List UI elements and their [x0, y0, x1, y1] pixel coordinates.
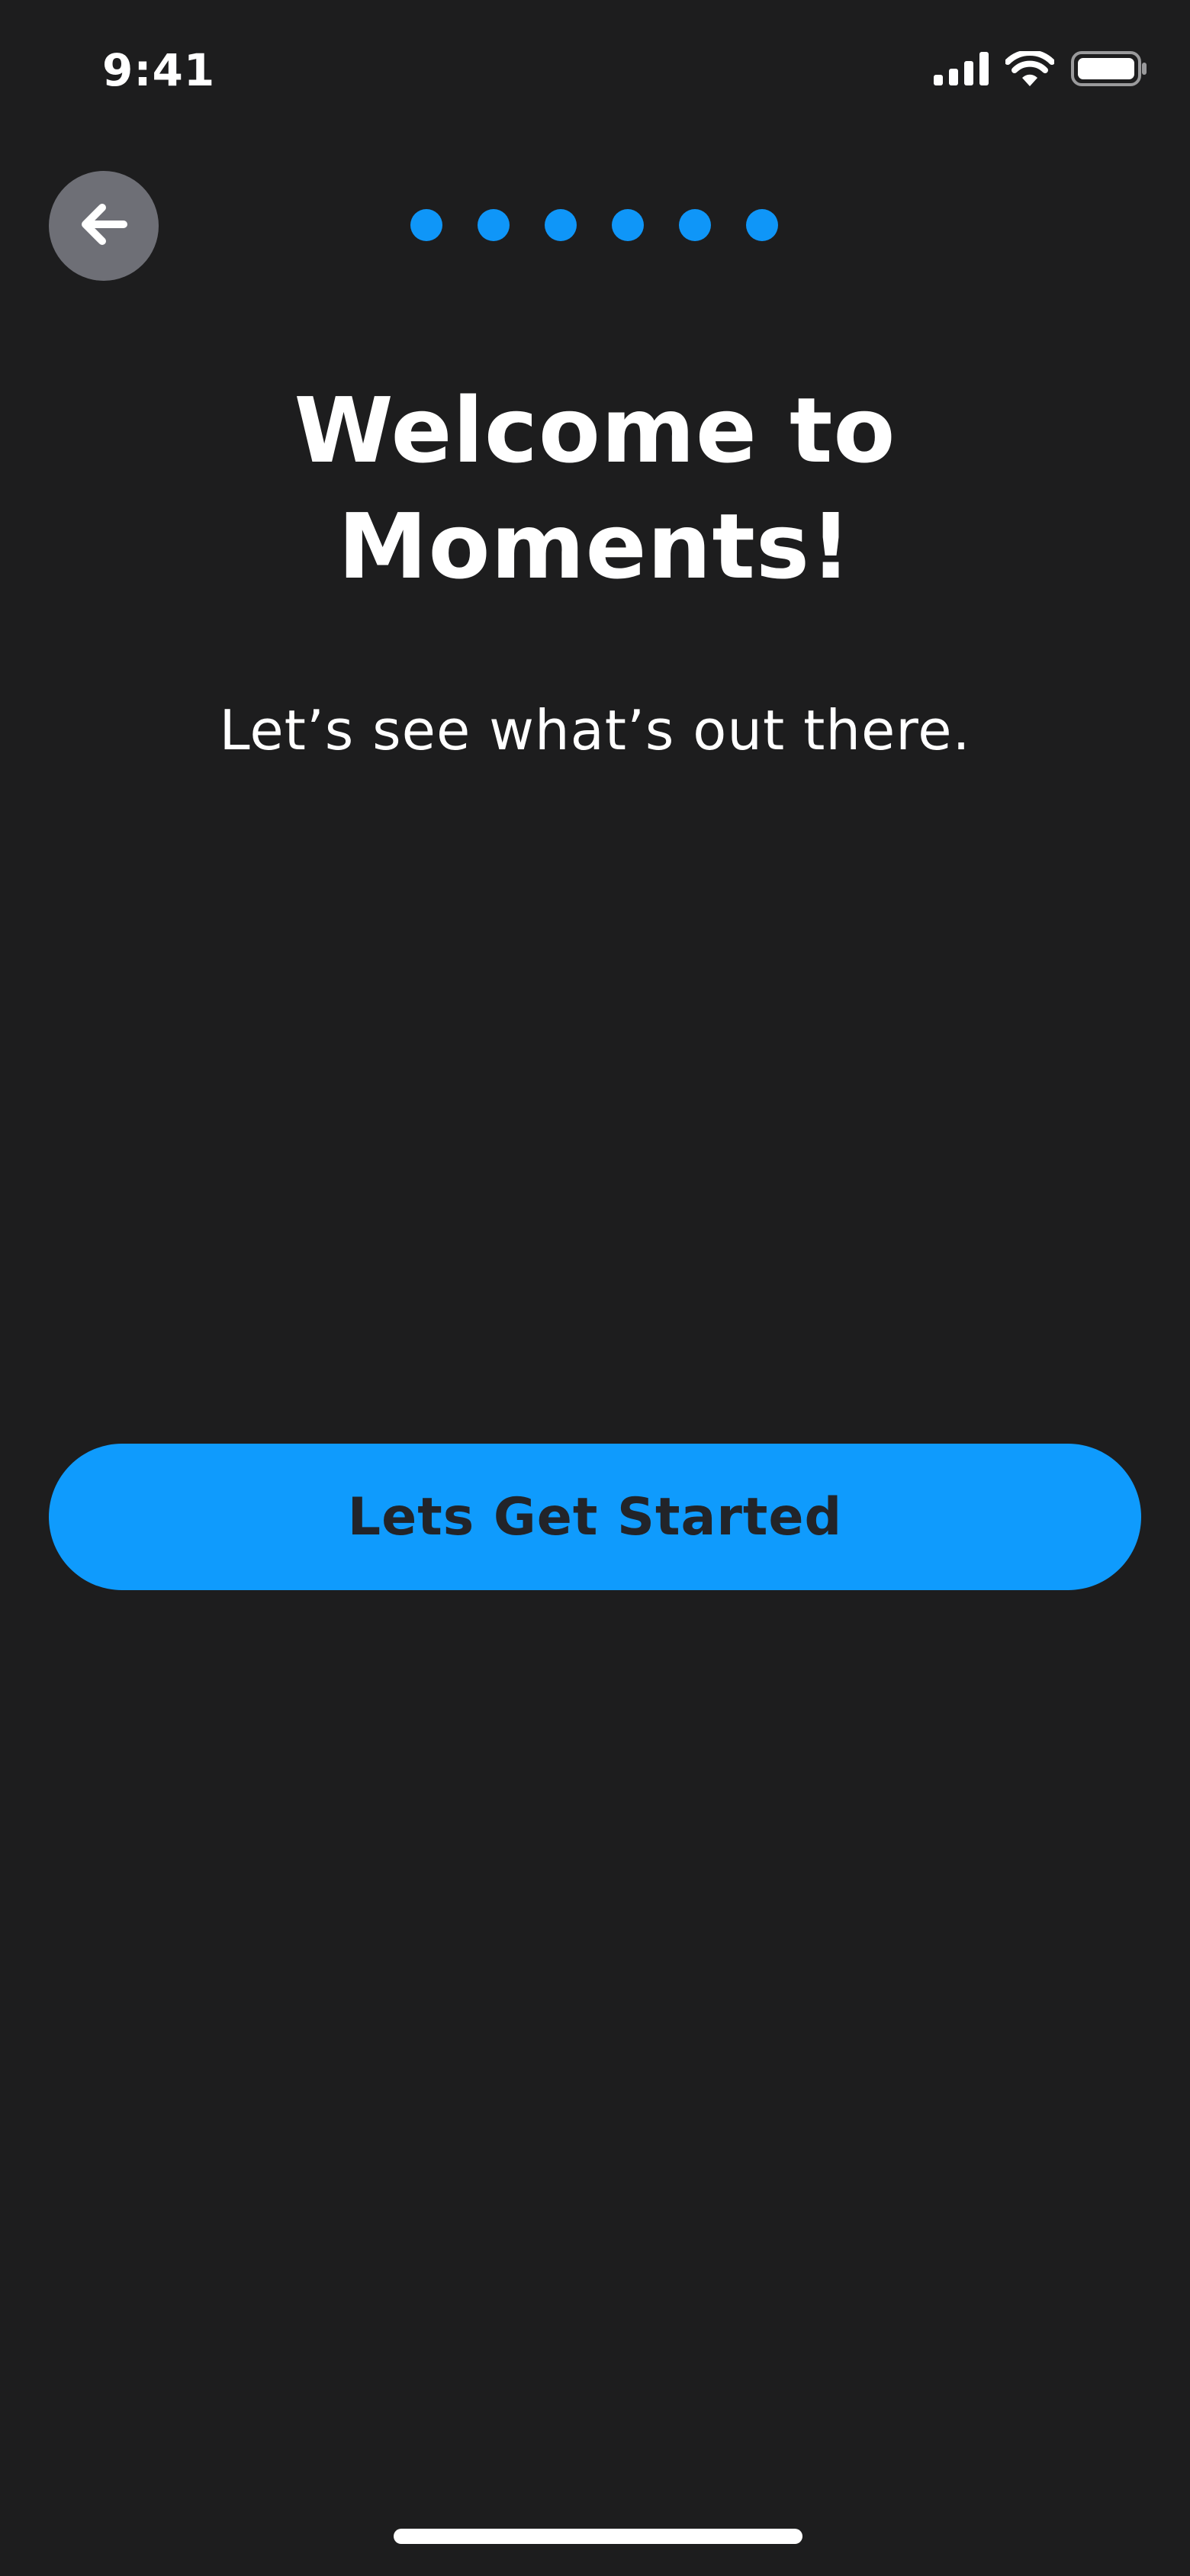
progress-dot [478, 209, 510, 241]
progress-indicator [410, 209, 778, 241]
battery-icon [1071, 51, 1147, 89]
home-indicator[interactable] [394, 2529, 802, 2544]
page-title: Welcome to Moments! [294, 378, 896, 599]
wifi-icon [1005, 50, 1055, 89]
status-icons [934, 47, 1147, 93]
progress-dot [746, 209, 778, 241]
status-time: 9:41 [102, 44, 216, 96]
progress-dot [612, 209, 644, 241]
back-button[interactable] [49, 171, 159, 281]
page-subtitle: Let’s see what’s out there. [219, 698, 971, 762]
progress-dot [545, 209, 577, 241]
progress-dot [679, 209, 711, 241]
progress-dot [410, 209, 442, 241]
arrow-left-icon [79, 200, 128, 252]
get-started-button[interactable]: Lets Get Started [49, 1444, 1141, 1590]
cellular-signal-icon [934, 52, 989, 89]
